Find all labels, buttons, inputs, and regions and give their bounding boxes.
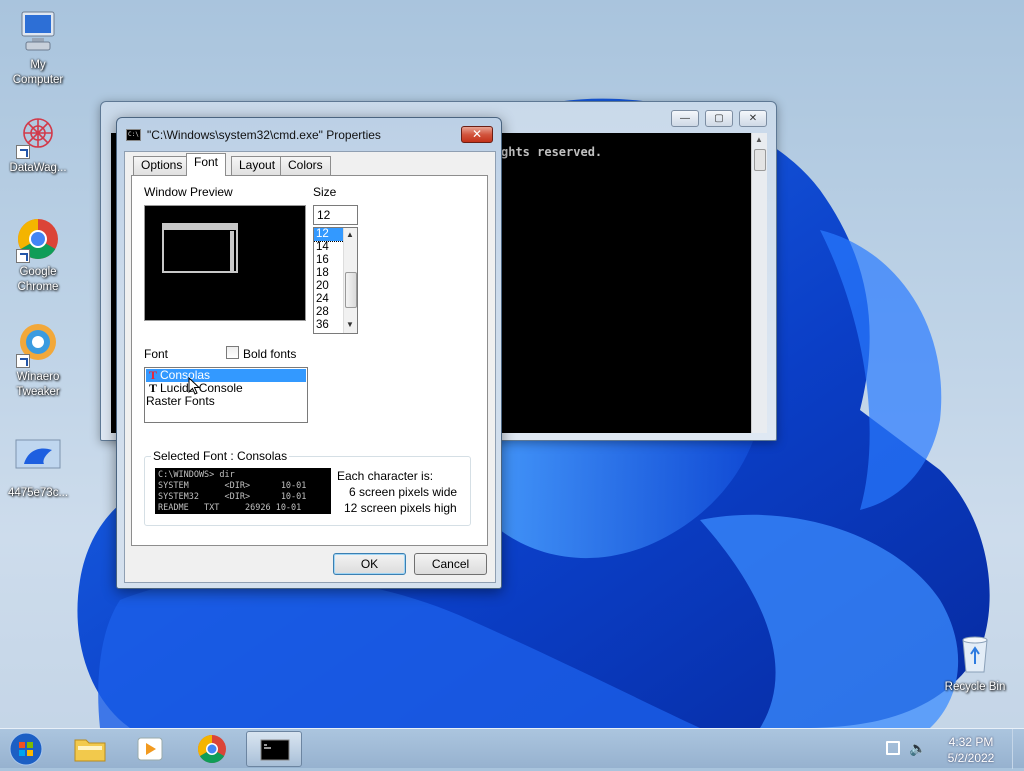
preview-window-outline [162,223,238,273]
size-option[interactable]: 28 [314,306,344,319]
sample-line: SYSTEM32 <DIR> 10-01 [158,492,307,502]
media-player-icon [137,737,163,761]
desktop-icon-image-file[interactable]: 4475e73c... [0,436,76,501]
bold-fonts-checkbox[interactable] [226,346,239,359]
network-icon[interactable] [886,741,900,755]
console-scrollbar[interactable]: ▲ [751,133,767,433]
cancel-button[interactable]: Cancel [414,553,487,575]
scroll-up-arrow-icon[interactable]: ▲ [755,135,763,144]
taskbar: 🔈 4:32 PM 5/2/2022 [0,728,1024,769]
tab-options[interactable]: Options [133,156,191,175]
size-option[interactable]: 12 [314,228,345,242]
sample-line: C:\WINDOWS> dir [158,470,235,480]
shortcut-arrow-icon [16,249,30,263]
font-option-label: Lucida Console [160,381,243,395]
winaero-tweaker-icon [14,320,62,368]
font-sample-preview: C:\WINDOWS> dir SYSTEM <DIR> 10-01 SYSTEM3… [155,468,331,514]
sample-line: SYSTEM <DIR> 10-01 [158,481,307,491]
size-option[interactable]: 18 [314,267,344,280]
desktop-icon-label: Chrome [17,281,59,293]
size-input[interactable] [313,205,358,225]
dialog-close-button[interactable]: ✕ [461,126,493,143]
volume-icon[interactable]: 🔈 [909,740,926,757]
clock-time: 4:32 PM [948,735,994,749]
scroll-up-arrow-icon[interactable]: ▲ [346,230,354,239]
console-maximize-button[interactable]: ▢ [705,110,733,127]
console-minimize-button[interactable]: — [671,110,699,127]
desktop-icon-label: 4475e73c... [7,487,69,499]
desktop-icon-recycle-bin[interactable]: Recycle Bin [937,630,1013,695]
character-size-info: Each character is: 6 screen pixels wide … [337,468,457,516]
taskbar-media-player[interactable] [122,731,178,767]
cmd-icon: C:\ [126,129,141,141]
window-preview [144,205,306,321]
char-info-width: 6 screen pixels wide [349,485,458,499]
datawag-icon [14,111,62,159]
size-scrollbar[interactable]: ▲ ▼ [343,228,357,333]
font-option-raster-fonts[interactable]: Raster Fonts [146,395,306,408]
dialog-title: "C:\Windows\system32\cmd.exe" Properties [147,128,381,142]
computer-icon [14,8,62,56]
desktop-icon-label: Tweaker [16,386,60,398]
scroll-down-arrow-icon[interactable]: ▼ [346,320,354,329]
char-info-heading: Each character is: [337,469,434,483]
cmd-icon [260,739,290,761]
folder-icon [74,739,106,762]
font-list[interactable]: T Consolas T Lucida Console Raster Fonts [144,367,308,423]
window-preview-label: Window Preview [144,185,233,199]
font-option-label: Consolas [160,368,211,382]
size-option[interactable]: 20 [314,280,344,293]
desktop-icon-label: Winaero [16,371,60,383]
desktop-icon-google-chrome[interactable]: Google Chrome [0,215,76,295]
tab-layout[interactable]: Layout [231,156,284,175]
desktop-icon-label: Computer [12,74,64,86]
font-label: Font [144,347,169,361]
size-option[interactable]: 14 [314,241,344,254]
selected-font-group: Selected Font : Consolas C:\WINDOWS> dir… [144,449,471,526]
selected-font-label: Selected Font : Consolas [151,449,290,463]
scrollbar-thumb[interactable] [345,272,357,308]
console-text: ghts reserved. [501,145,603,159]
console-close-button[interactable]: ✕ [739,110,767,127]
size-option[interactable]: 36 [314,319,344,332]
size-list[interactable]: 12 14 16 18 20 24 28 36 ▲ ▼ [313,227,358,334]
tab-font[interactable]: Font [186,153,227,176]
tab-colors[interactable]: Colors [280,156,331,175]
system-clock[interactable]: 4:32 PM 5/2/2022 [936,734,1006,766]
ok-button[interactable]: OK [333,553,406,575]
start-button[interactable] [6,731,46,767]
sample-line: README TXT 26926 10-01 [158,503,302,513]
show-desktop-button[interactable] [1012,729,1024,769]
desktop-icon-label: DataWag... [9,162,67,174]
desktop-icon-label: Recycle Bin [944,681,1006,693]
size-option[interactable]: 24 [314,293,344,306]
mouse-pointer-icon [188,377,200,395]
windows-orb-icon [9,732,43,766]
desktop-icon-winaero-tweaker[interactable]: Winaero Tweaker [0,320,76,400]
font-tab-panel: Window Preview Size 12 14 16 18 20 24 28… [131,175,488,546]
dialog-content: Options Font Layout Colors Window Previe… [124,151,496,583]
chrome-icon [14,215,62,263]
cmd-properties-dialog[interactable]: C:\ "C:\Windows\system32\cmd.exe" Proper… [116,117,502,589]
taskbar-chrome[interactable] [184,731,240,767]
size-option[interactable]: 16 [314,254,344,267]
font-option-label: Raster Fonts [146,394,215,408]
clock-date: 5/2/2022 [947,751,995,765]
desktop-icon-label: My [30,59,46,71]
image-file-icon [14,436,62,484]
shortcut-arrow-icon [16,354,30,368]
chrome-icon [198,735,226,763]
size-label: Size [313,185,337,199]
recycle-bin-icon [951,630,999,678]
desktop-icon-my-computer[interactable]: My Computer [0,8,76,88]
desktop-icon-datawag[interactable]: DataWag... [0,111,76,176]
scrollbar-thumb[interactable] [754,149,766,171]
bold-fonts-label[interactable]: Bold fonts [243,347,296,361]
taskbar-explorer[interactable] [62,731,118,767]
desktop-icon-label: Google [19,266,57,278]
shortcut-arrow-icon [16,145,30,159]
taskbar-cmd[interactable] [246,731,302,767]
char-info-height: 12 screen pixels high [344,501,457,515]
